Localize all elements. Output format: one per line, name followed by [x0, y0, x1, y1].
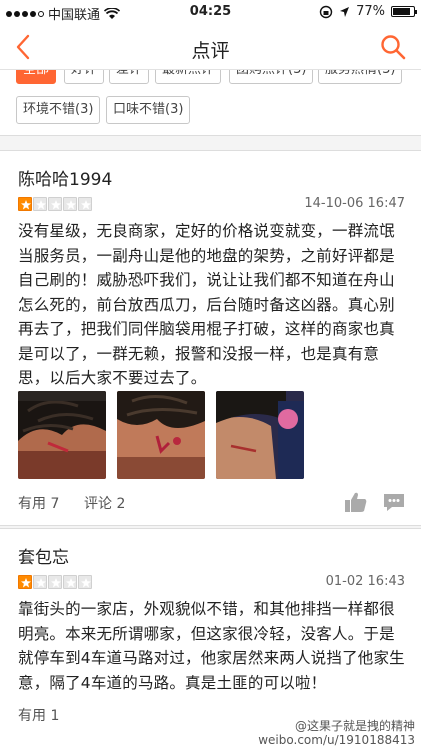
watermark-url: weibo.com/u/1910188413	[258, 733, 415, 747]
filter-latest[interactable]: 最新点评	[155, 70, 222, 84]
star-icon	[78, 197, 92, 211]
review-line: 自己刷的！威胁恐吓我们，说让让我们都不知道在舟山	[18, 271, 395, 289]
star-icon	[48, 575, 62, 589]
star-icon	[48, 197, 62, 211]
review-line: 是可以了，一群无赖，报警和没报一样，也是真有意	[18, 344, 380, 363]
review-text: 没有星级，无良商家，定好的价格说变就变，一群流氓 当服务员，一副舟山是他的地盘的…	[18, 219, 410, 391]
review-card: 陈哈哈1994 14-10-06 16:47 没有星级，无良商家，定好的价格说变…	[0, 150, 421, 526]
filter-all[interactable]: 全部	[16, 70, 57, 84]
filter-tags: 全部 好评 差评 最新点评 团购点评(3) 服务热情(3) 环境不错(3) 口味…	[0, 70, 421, 136]
review-line: 明亮。本来无所谓哪家，但这家很冷轻，没客人。于是	[18, 624, 395, 643]
navigation-bar: 点评	[0, 24, 421, 70]
rotation-lock-icon	[319, 5, 333, 18]
rating-stars	[18, 575, 92, 589]
battery-percent: 77%	[356, 4, 385, 19]
review-date: 14-10-06 16:47	[304, 196, 405, 211]
star-icon	[63, 197, 77, 211]
review-line: 再去了，把我们同伴脑袋用棍子打破，这样的商家也真	[18, 320, 395, 338]
star-icon	[78, 575, 92, 589]
star-icon	[33, 197, 47, 211]
star-icon	[18, 575, 32, 589]
thumbs-up-icon[interactable]	[344, 491, 368, 513]
reviewer-name[interactable]: 套包忘	[18, 543, 69, 568]
useful-count[interactable]: 有用 7	[18, 493, 59, 513]
review-date: 01-02 16:43	[325, 574, 405, 589]
review-photo-3[interactable]	[216, 391, 304, 479]
battery-icon	[391, 6, 417, 17]
review-line: 就停车到4车道马路对过，他家居然来两人说挡了他家生	[18, 649, 405, 667]
reviewer-name[interactable]: 陈哈哈1994	[18, 165, 112, 190]
review-photo-1[interactable]	[18, 391, 106, 479]
search-icon[interactable]	[379, 33, 407, 61]
review-line: 意，隔了4车道的马路。真是土匪的可以啦！	[18, 673, 327, 692]
filter-service[interactable]: 服务热情(3)	[318, 70, 403, 84]
star-icon	[63, 575, 77, 589]
review-line: 当服务员，一副舟山是他的地盘的架势，之前好评都是	[18, 246, 395, 265]
status-bar: 中国联通 04:25 77%	[0, 0, 421, 24]
review-photo-2[interactable]	[117, 391, 205, 479]
filter-negative[interactable]: 差评	[109, 70, 150, 84]
page-title: 点评	[191, 40, 230, 62]
filter-groupbuy[interactable]: 团购点评(3)	[229, 70, 314, 84]
comment-icon[interactable]	[382, 491, 406, 513]
review-line: 思，以后大家不要过去了。	[18, 369, 207, 387]
review-line: 怎么死的，前台放西瓜刀，后台随时备这凶器。真心别	[18, 295, 395, 314]
star-icon	[33, 575, 47, 589]
star-icon	[18, 197, 32, 211]
watermark-handle: @这果子就是拽的精神	[294, 719, 415, 733]
comment-count[interactable]: 评论 2	[84, 493, 125, 513]
filter-positive[interactable]: 好评	[64, 70, 105, 84]
useful-count[interactable]: 有用 1	[18, 705, 59, 725]
review-card: 套包忘 01-02 16:43 靠街头的一家店，外观貌似不错，和其他排挡一样都很…	[0, 528, 421, 750]
rating-stars	[18, 197, 92, 211]
filter-environment[interactable]: 环境不错(3)	[16, 96, 101, 124]
filter-taste[interactable]: 口味不错(3)	[106, 96, 191, 124]
review-line: 靠街头的一家店，外观貌似不错，和其他排挡一样都很	[18, 600, 395, 618]
location-icon	[340, 6, 350, 17]
review-line: 没有星级，无良商家，定好的价格说变就变，一群流氓	[18, 222, 395, 240]
review-text: 靠街头的一家店，外观貌似不错，和其他排挡一样都很 明亮。本来无所谓哪家，但这家很…	[18, 597, 410, 695]
